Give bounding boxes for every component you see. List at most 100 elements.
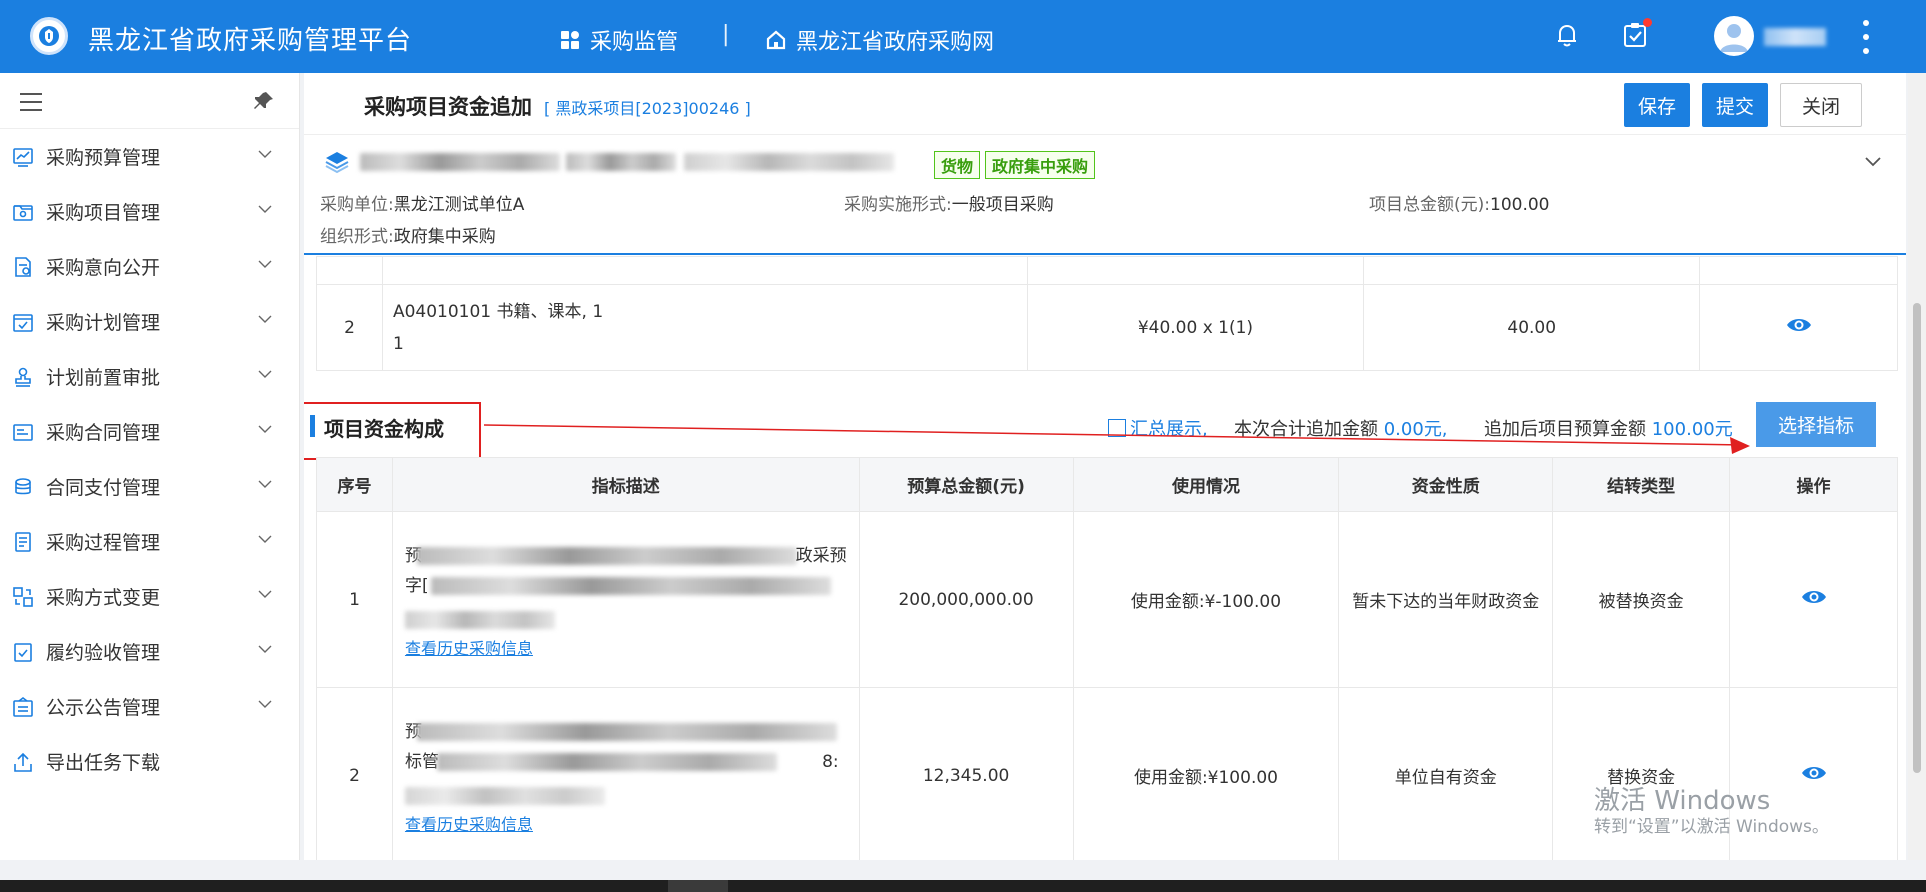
tag-centralized: 政府集中采购	[985, 151, 1096, 179]
table-row	[316, 256, 1898, 285]
notice-icon	[13, 696, 33, 717]
switch-icon	[13, 586, 33, 607]
avatar[interactable]	[1714, 16, 1754, 56]
sidebar-header	[0, 73, 299, 129]
sidebar-item[interactable]: 公示公告管理	[0, 679, 299, 734]
chevron-down-icon[interactable]	[1864, 155, 1882, 169]
annotation-highlight-box	[304, 402, 481, 460]
usage: 使用金额:¥-100.00	[1072, 511, 1340, 688]
stamp-icon	[15, 367, 31, 387]
sidebar-item-label: 采购过程管理	[46, 532, 161, 554]
check-doc-icon	[14, 642, 32, 662]
nav-separator: |	[722, 22, 730, 47]
sidebar-item-label: 采购方式变更	[46, 587, 161, 609]
more-vertical-icon[interactable]	[1860, 20, 1872, 54]
view-cell	[1699, 284, 1898, 371]
sidebar-item[interactable]: 合同支付管理	[0, 459, 299, 514]
submit-button[interactable]: 提交	[1702, 83, 1768, 127]
col-header: 操作	[1729, 457, 1898, 512]
page-title: 采购项目资金追加	[364, 95, 532, 119]
sidebar-item[interactable]: 采购预算管理	[0, 129, 299, 184]
bell-icon[interactable]	[1552, 20, 1582, 50]
sidebar-item[interactable]: 采购意向公开	[0, 239, 299, 294]
folder-icon	[13, 204, 33, 221]
windows-activation-hint: 转到“设置”以激活 Windows。	[1594, 817, 1829, 837]
row-number: 2	[316, 284, 383, 371]
sidebar-item-label: 采购预算管理	[46, 147, 161, 169]
grid-icon	[561, 31, 579, 49]
sidebar-item[interactable]: 计划前置审批	[0, 349, 299, 404]
sidebar-item[interactable]: 采购项目管理	[0, 184, 299, 239]
redacted-text	[360, 153, 560, 171]
sidebar-item-label: 合同支付管理	[46, 477, 161, 499]
field-organization: 组织形式:政府集中采购	[320, 227, 496, 247]
item-description: A04010101 书籍、课本, 11	[381, 284, 1028, 371]
sidebar-item-label: 履约验收管理	[46, 642, 161, 664]
usage: 使用金额:¥100.00	[1072, 687, 1340, 860]
summary-toggle[interactable]: 汇总展示,	[1108, 415, 1208, 441]
redacted-text	[566, 153, 676, 171]
eye-icon[interactable]	[1801, 764, 1827, 782]
nav-label: 黑龙江省政府采购网	[796, 30, 995, 55]
eye-icon[interactable]	[1801, 588, 1827, 606]
username-redacted	[1764, 28, 1826, 46]
upload-icon	[14, 752, 32, 772]
fund-nature: 暂未下达的当年财政资金	[1338, 511, 1554, 688]
history-link[interactable]: 查看历史采购信息	[405, 639, 533, 658]
sidebar-item[interactable]: 采购过程管理	[0, 514, 299, 569]
chevron-down-icon	[258, 590, 272, 598]
col-header: 指标描述	[391, 457, 860, 512]
sidebar-item[interactable]: 采购计划管理	[0, 294, 299, 349]
sidebar-item[interactable]: 导出任务下载	[0, 734, 299, 789]
app-title: 黑龙江省政府采购管理平台	[88, 26, 413, 56]
action-cell	[1729, 511, 1898, 688]
budget-total: 200,000,000.00	[858, 511, 1074, 688]
menu-toggle-icon[interactable]	[20, 93, 42, 111]
after-amount-text: 追加后项目预算金额 100.00元	[1484, 419, 1733, 440]
col-header: 序号	[316, 457, 393, 512]
nav-procurement-supervision[interactable]: 采购监管	[560, 24, 678, 56]
select-indicator-button[interactable]: 选择指标	[1756, 402, 1876, 447]
sidebar-item-label: 采购意向公开	[46, 257, 161, 279]
col-header: 预算总金额(元)	[858, 457, 1074, 512]
notification-dot	[1643, 18, 1652, 27]
chevron-down-icon	[258, 535, 272, 543]
chevron-down-icon	[258, 315, 272, 323]
contract-icon	[13, 423, 33, 441]
sidebar-item-label: 采购计划管理	[46, 312, 161, 334]
sidebar-item-label: 计划前置审批	[46, 367, 161, 389]
sidebar-item[interactable]: 履约验收管理	[0, 624, 299, 679]
chevron-down-icon	[258, 645, 272, 653]
summary-checkbox[interactable]	[1108, 419, 1126, 437]
sidebar-item[interactable]: 采购合同管理	[0, 404, 299, 459]
carry-type: 被替换资金	[1552, 511, 1731, 688]
chart-icon	[13, 147, 33, 167]
close-button[interactable]: 关闭	[1780, 83, 1862, 127]
history-link[interactable]: 查看历史采购信息	[405, 815, 533, 834]
col-header: 资金性质	[1338, 457, 1554, 512]
page-scrollbar[interactable]	[1908, 73, 1926, 860]
field-purchaser: 采购单位:黑龙江测试单位A	[320, 195, 525, 215]
sidebar-item-label: 采购合同管理	[46, 422, 161, 444]
save-button[interactable]: 保存	[1624, 83, 1690, 127]
nav-procurement-website[interactable]: 黑龙江省政府采购网	[766, 24, 994, 56]
project-code: [ 黑政采项目[2023]00246 ]	[544, 99, 751, 118]
document-icon	[15, 256, 31, 277]
taskbar-item[interactable]	[668, 880, 728, 892]
table-row: 1 预政采预 字[ 查看历史采购信息 200,000,000.00 使用金额:¥…	[316, 511, 1898, 688]
table-row: 2 A04010101 书籍、课本, 11 ¥40.00 x 1(1) 40.0…	[316, 284, 1898, 371]
scrollbar-thumb[interactable]	[1913, 303, 1921, 773]
taskbar	[0, 880, 1926, 892]
main-panel: 采购项目资金追加 [ 黑政采项目[2023]00246 ] 保存 提交 关闭 货…	[304, 73, 1906, 860]
nav-label: 采购监管	[590, 30, 679, 55]
eye-icon[interactable]	[1786, 316, 1812, 334]
chevron-down-icon	[258, 480, 272, 488]
clipboard-check-icon[interactable]	[1620, 18, 1652, 50]
project-info-card: 货物 政府集中采购 采购单位:黑龙江测试单位A 采购实施形式:一般项目采购 项目…	[304, 135, 1906, 255]
sidebar-item[interactable]: 采购方式变更	[0, 569, 299, 624]
tag-goods: 货物	[934, 151, 981, 179]
chevron-down-icon	[258, 260, 272, 268]
chevron-down-icon	[258, 150, 272, 158]
pin-icon[interactable]	[252, 89, 276, 113]
chevron-down-icon	[258, 370, 272, 378]
